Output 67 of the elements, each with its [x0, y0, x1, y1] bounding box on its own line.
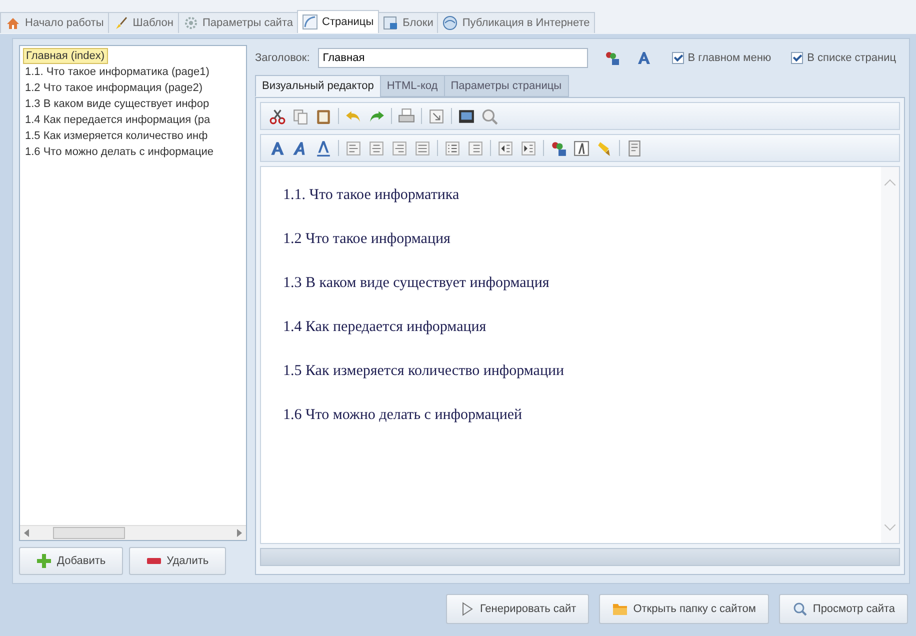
blocks-icon: [382, 15, 399, 31]
tab[interactable]: Публикация в Интернете: [437, 12, 595, 33]
font-underline-icon[interactable]: [315, 140, 332, 156]
page-list-item[interactable]: 1.4 Как передается информация (pa: [23, 112, 212, 128]
home-icon: [5, 15, 21, 31]
plus-icon: [36, 553, 52, 569]
highlighter-icon[interactable]: [596, 140, 613, 156]
list-button[interactable]: Добавить: [19, 547, 123, 575]
clipboard-icon[interactable]: [315, 108, 332, 124]
bullet-list-icon[interactable]: [467, 140, 484, 156]
font-bold-icon: [636, 50, 652, 66]
font-bold-icon[interactable]: [269, 140, 286, 156]
field-label: Заголовок:: [255, 52, 310, 64]
content-line: 1.2 Что такое информация: [283, 230, 452, 249]
content-line: 1.1. Что такое информатика: [283, 186, 460, 205]
scissors-icon[interactable]: [269, 108, 286, 124]
tab[interactable]: Блоки: [378, 12, 438, 33]
tab[interactable]: Визуальный редактор: [255, 75, 381, 97]
indent-icon[interactable]: [520, 140, 537, 156]
outdent-icon[interactable]: [497, 140, 514, 156]
tab[interactable]: HTML-код: [380, 75, 445, 97]
printer-icon[interactable]: [398, 108, 415, 124]
content-line: 1.3 В каком виде существует информация: [283, 274, 550, 293]
copy-icon[interactable]: [292, 108, 309, 124]
tab[interactable]: Начало работы: [0, 12, 109, 33]
curve-icon: [302, 14, 318, 30]
scroll-right-arrow[interactable]: [237, 529, 242, 537]
align-justify-icon[interactable]: [414, 140, 431, 156]
folder-icon: [612, 601, 628, 617]
action-button[interactable]: Просмотр сайта: [778, 594, 908, 624]
tab[interactable]: Параметры страницы: [444, 75, 569, 97]
action-button[interactable]: Генерировать сайт: [446, 594, 590, 624]
gear-icon: [182, 15, 198, 31]
content-line: 1.5 Как измеряется количество информации: [283, 362, 566, 381]
search-icon: [792, 601, 808, 617]
color-icon: [604, 50, 620, 66]
page-list-item[interactable]: 1.5 Как измеряется количество инф: [23, 128, 210, 144]
align-center-icon[interactable]: [368, 140, 385, 156]
checkbox[interactable]: В главном меню: [672, 52, 772, 64]
page-list-item[interactable]: 1.2 Что такое информация (page2): [23, 80, 205, 96]
page-list-item[interactable]: Главная (index): [23, 48, 108, 64]
tab[interactable]: Шаблон: [108, 12, 178, 33]
tab[interactable]: Страницы: [297, 10, 379, 33]
scroll-thumb[interactable]: [53, 527, 125, 539]
page-list-item[interactable]: 1.6 Что можно делать с информацие: [23, 144, 216, 160]
title-field[interactable]: Главная: [318, 48, 588, 68]
numbered-list-icon[interactable]: [444, 140, 461, 156]
tab[interactable]: Параметры сайта: [178, 12, 298, 33]
action-button[interactable]: Открыть папку с сайтом: [599, 594, 769, 624]
checkbox[interactable]: В списке страниц: [791, 52, 896, 64]
align-left-icon[interactable]: [345, 140, 362, 156]
zoom-icon[interactable]: [481, 108, 498, 124]
color-icon[interactable]: [550, 140, 567, 156]
vertical-scrollbar[interactable]: [881, 167, 899, 543]
globe-icon: [442, 15, 458, 31]
document-icon[interactable]: [626, 140, 643, 156]
scroll-left-arrow[interactable]: [24, 529, 29, 537]
text-frame-icon[interactable]: [573, 140, 590, 156]
list-button[interactable]: Удалить: [128, 547, 226, 575]
content-line: 1.6 Что можно делать с информацией: [283, 406, 524, 425]
page-list-item[interactable]: 1.3 В каком виде существует инфор: [23, 96, 212, 112]
align-right-icon[interactable]: [391, 140, 408, 156]
page-list-item[interactable]: 1.1. Что такое информатика (page1): [23, 64, 212, 80]
export-icon[interactable]: [428, 108, 445, 124]
horizontal-scrollbar[interactable]: [20, 525, 246, 540]
content-line: 1.4 Как передается информация: [283, 318, 488, 337]
image-icon[interactable]: [458, 108, 475, 124]
